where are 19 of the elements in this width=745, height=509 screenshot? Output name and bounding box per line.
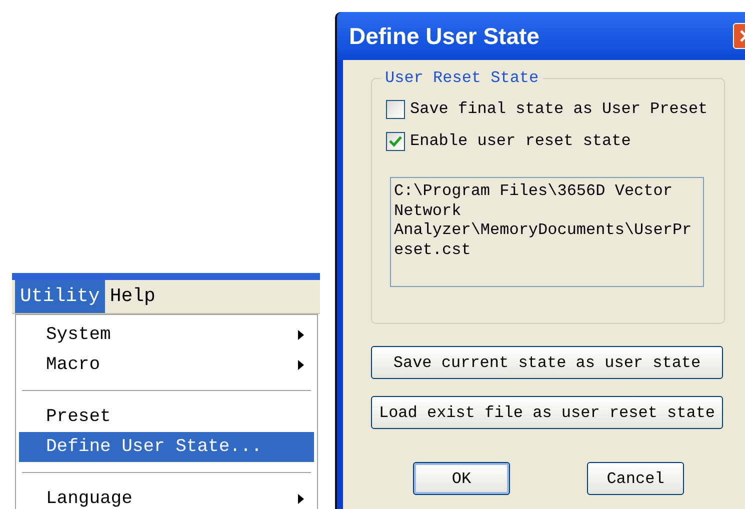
menu-item[interactable]: Define User State... (19, 432, 314, 462)
checkbox[interactable] (386, 100, 405, 118)
action-button[interactable]: Load exist file as user reset state (371, 396, 723, 429)
action-button[interactable]: Save current state as user state (371, 346, 723, 379)
checkbox[interactable] (386, 132, 405, 150)
path-text-box[interactable]: C:\Program Files\3656D Vector Network Analyzer\MemoryDocuments\UserPreset.cst (390, 177, 704, 287)
dialog-button[interactable]: OK (413, 462, 510, 495)
checkmark-icon (389, 136, 402, 146)
checkbox-label: Save final state as User Preset (410, 99, 708, 120)
path-text: C:\Program Files\3656D Vector Network Analyzer\MemoryDocuments\UserPreset.cst (394, 182, 692, 260)
menu-item[interactable]: Macro (19, 350, 314, 380)
dialog-title: Define User State (349, 22, 540, 51)
dialog-button[interactable]: Cancel (587, 462, 684, 495)
menu-item[interactable]: Preset (19, 402, 314, 432)
menu-item[interactable]: Language (19, 484, 314, 509)
menu-bar-item[interactable]: Help (104, 280, 160, 313)
checkbox-label: Enable user reset state (410, 131, 631, 152)
menu-bar-item[interactable]: Utility (15, 280, 105, 313)
menu-item[interactable]: System (19, 320, 314, 350)
